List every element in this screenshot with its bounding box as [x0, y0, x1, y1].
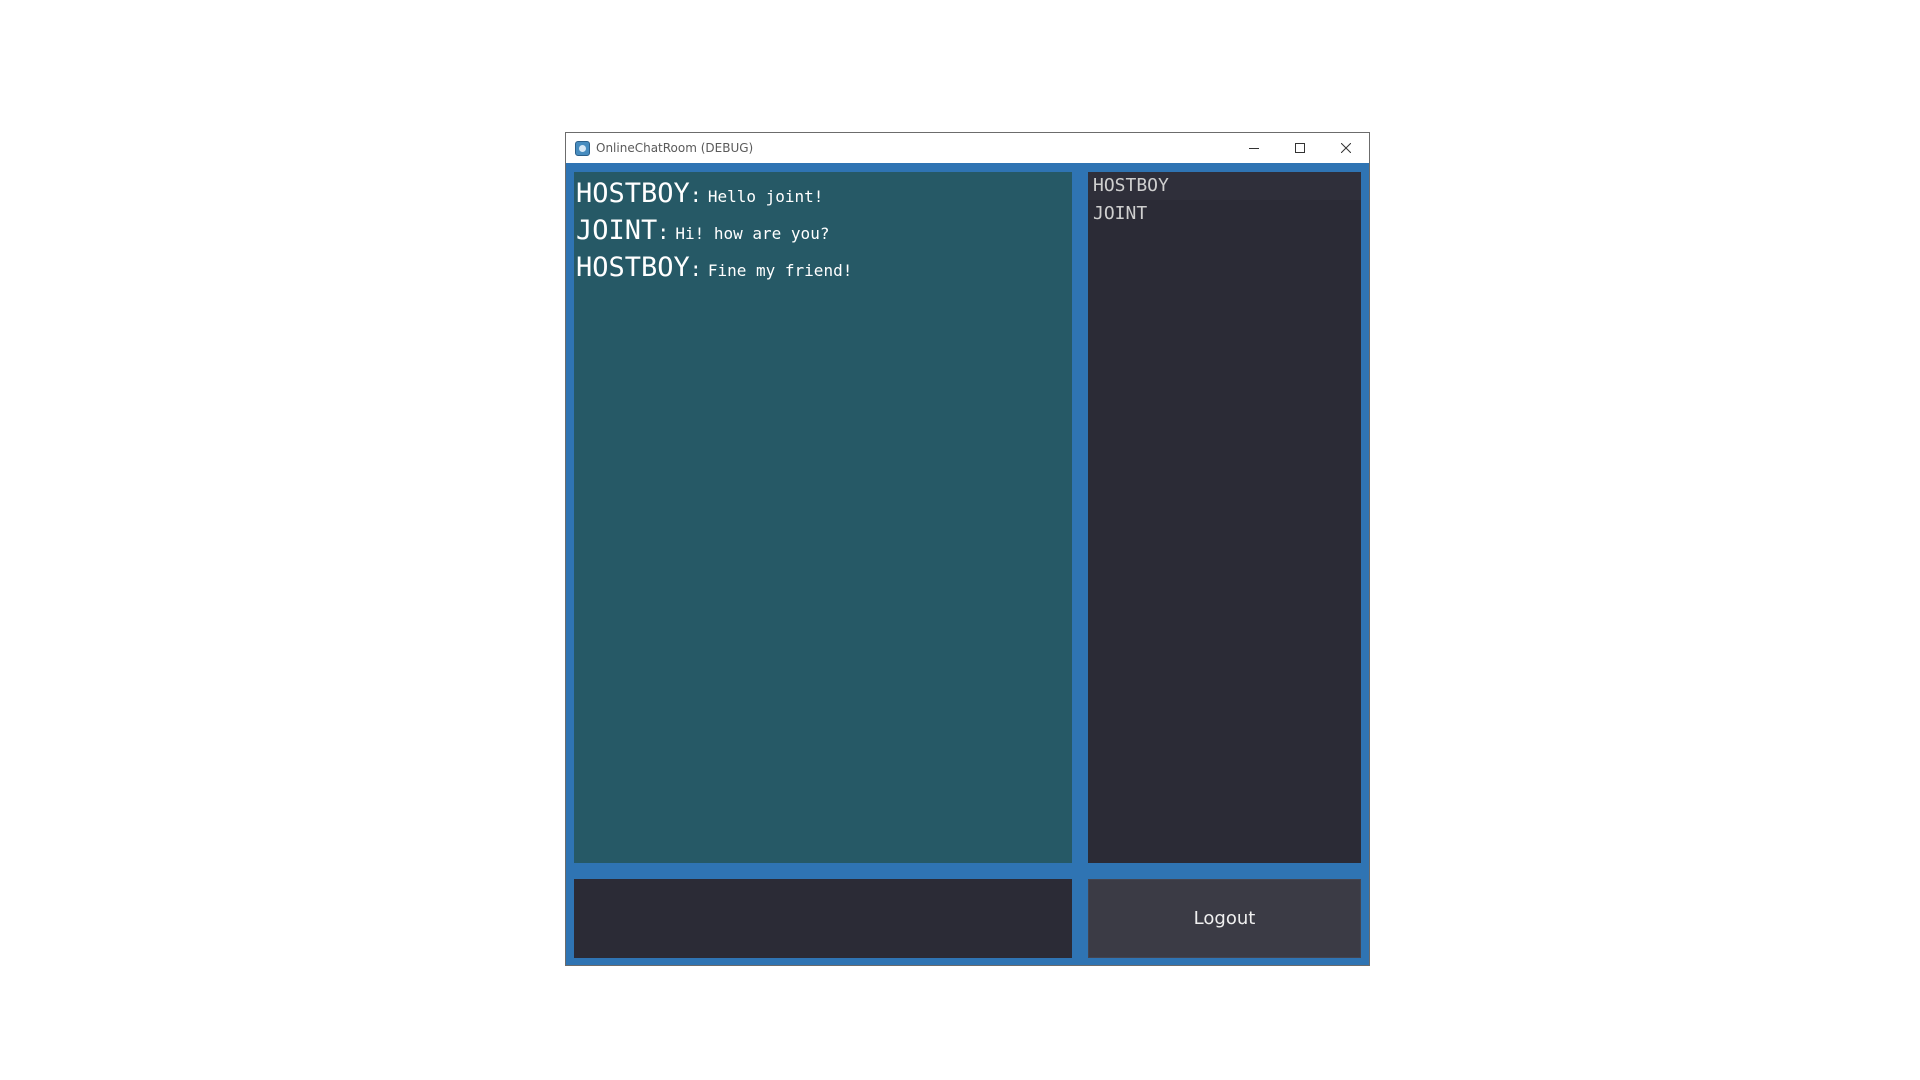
message-text: Fine my friend!	[707, 261, 853, 280]
message-text: Hi! how are you?	[675, 224, 830, 243]
chat-log[interactable]: HOSTBOY : Hello joint! JOINT : Hi! how a…	[574, 172, 1072, 863]
maximize-icon	[1295, 143, 1305, 153]
app-icon	[575, 140, 590, 156]
message-separator: :	[689, 183, 702, 207]
message-separator: :	[657, 220, 670, 244]
message-username: JOINT	[576, 215, 658, 246]
close-button[interactable]	[1323, 133, 1369, 163]
user-list[interactable]: HOSTBOY JOINT	[1088, 172, 1361, 863]
window-title: OnlineChatRoom (DEBUG)	[596, 141, 754, 155]
title-bar[interactable]: OnlineChatRoom (DEBUG)	[566, 133, 1369, 163]
user-list-item[interactable]: HOSTBOY	[1088, 172, 1361, 200]
minimize-button[interactable]	[1231, 133, 1277, 163]
message-input[interactable]	[574, 879, 1072, 958]
close-icon	[1341, 143, 1351, 153]
logout-button[interactable]: Logout	[1088, 879, 1361, 958]
user-list-item[interactable]: JOINT	[1088, 200, 1361, 228]
chat-message: JOINT : Hi! how are you?	[576, 215, 1070, 252]
message-username: HOSTBOY	[576, 178, 690, 209]
chat-message: HOSTBOY : Fine my friend!	[576, 252, 1070, 289]
minimize-icon	[1249, 148, 1259, 149]
message-username: HOSTBOY	[576, 252, 690, 283]
window-controls	[1231, 133, 1369, 163]
maximize-button[interactable]	[1277, 133, 1323, 163]
app-window: OnlineChatRoom (DEBUG) HOSTBOY : Hello j…	[565, 132, 1370, 966]
message-text: Hello joint!	[707, 187, 824, 206]
chat-message: HOSTBOY : Hello joint!	[576, 178, 1070, 215]
message-separator: :	[689, 257, 702, 281]
